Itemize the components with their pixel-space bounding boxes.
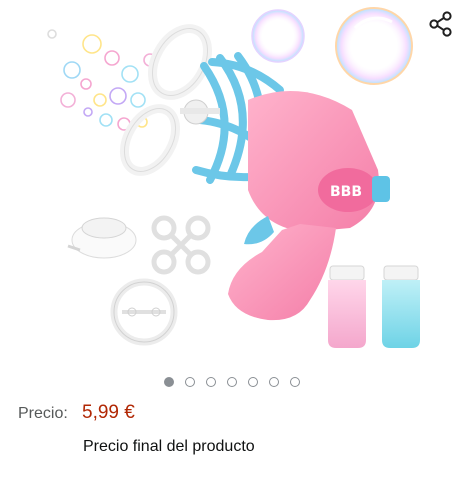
price-label: Precio:	[18, 405, 68, 422]
carousel-dot[interactable]	[290, 377, 300, 387]
image-carousel-indicator	[164, 377, 300, 387]
carousel-dot[interactable]	[227, 377, 237, 387]
price-note: Precio final del producto	[83, 438, 255, 455]
carousel-dot[interactable]	[164, 377, 174, 387]
product-image[interactable]: BBB	[0, 0, 475, 365]
share-button[interactable]	[425, 8, 457, 40]
carousel-dot[interactable]	[248, 377, 258, 387]
share-icon	[429, 11, 452, 37]
carousel-dot[interactable]	[269, 377, 279, 387]
price-value: 5,99 €	[82, 402, 135, 423]
carousel-dot[interactable]	[206, 377, 216, 387]
price-row: Precio: 5,99 €	[18, 402, 135, 424]
carousel-dot[interactable]	[185, 377, 195, 387]
gun-logo: BBB	[330, 184, 362, 200]
bubble-gun-illustration: BBB	[47, 7, 420, 348]
